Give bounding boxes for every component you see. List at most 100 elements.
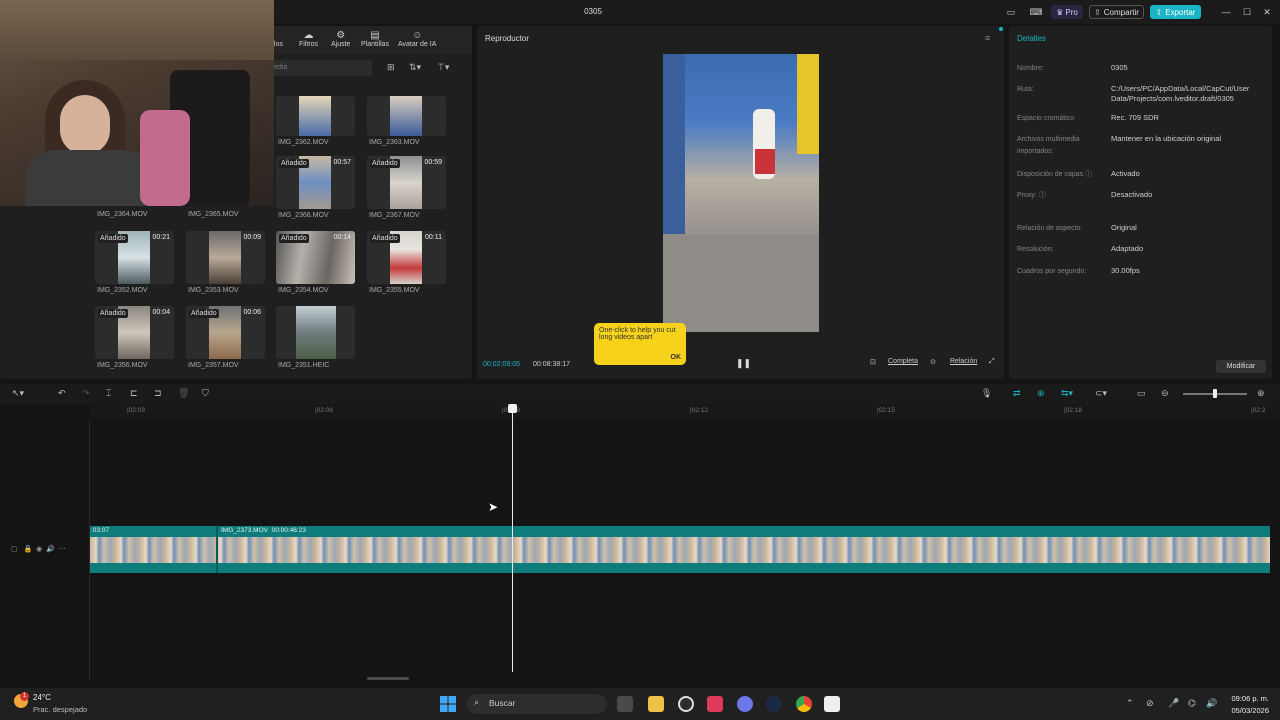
media-name: IMG_2364.MOV [97,211,148,218]
zoom-out-icon[interactable]: ⊖ [1161,388,1169,399]
timeline-scrollbar[interactable] [367,677,409,680]
snap-icon[interactable]: ⇆▾ [1061,388,1073,399]
full-quality-button[interactable]: Completa [888,358,918,365]
tooltip-ok-button[interactable]: OK [671,354,682,361]
speaker-icon[interactable]: 🔊 [46,546,55,553]
export-button[interactable]: ⇧ Exportar [1150,5,1201,19]
maximize-icon[interactable]: ☐ [1240,4,1254,20]
discord-icon[interactable] [737,696,753,712]
share-button[interactable]: ⇪ Compartir [1089,5,1144,19]
detail-label: Cuadros por segundo: [1017,268,1087,275]
share-label: Compartir [1103,7,1139,17]
obs-icon[interactable] [678,696,694,712]
chrome-icon[interactable] [796,696,812,712]
media-duration: 00:14 [333,234,351,241]
file-explorer-icon[interactable] [648,696,664,712]
cover-icon[interactable]: ▢ [11,546,18,553]
undo-icon[interactable]: ↶ [58,388,66,399]
timeline-ruler[interactable] [90,404,1280,418]
track-controls: ▢ 🔒 ◉ 🔊 ⋯ [11,545,66,553]
grid-view-icon[interactable]: ⊞ [387,62,395,73]
media-duration: 00:59 [424,159,442,166]
close-icon[interactable]: ✕ [1260,4,1274,20]
taskbar [0,688,1280,720]
split-icon[interactable]: ⌶ [106,388,111,399]
media-search-input[interactable]: edia [272,60,372,76]
playhead-handle[interactable] [508,404,517,413]
minimize-icon[interactable]: — [1219,4,1233,20]
modify-button[interactable]: Modificar [1216,360,1266,373]
task-view-icon[interactable] [617,696,633,712]
network-icon[interactable]: ⌬ [1188,698,1196,709]
media-name: IMG_2351.HEIC [278,362,330,369]
tab-filters[interactable]: ☁ Filtros [299,30,318,48]
volume-icon[interactable]: 🔊 [1206,698,1217,709]
added-badge: Añadido [279,159,309,168]
sort-icon[interactable]: ⇅▾ [409,62,421,73]
tab-adjust[interactable]: ⚙ Ajuste [331,30,350,48]
redo-icon[interactable]: ↷ [82,388,90,399]
mic-icon[interactable]: 🎤 [1168,698,1179,709]
lock-icon[interactable]: 🔒 [23,546,32,553]
media-name: IMG_2366.MOV [278,212,329,219]
fullscreen-icon[interactable]: ⤢ [989,358,995,366]
pro-button[interactable]: ♛ Pro [1051,5,1083,19]
tiktok-icon[interactable] [707,696,723,712]
clock-time[interactable]: 09:06 p. m. [1225,694,1269,703]
layout-icon[interactable]: ▭ [1004,4,1018,20]
menu-icon[interactable]: ≡ [985,33,990,43]
tab-label: Plantillas [361,41,390,48]
clock-date[interactable]: 05/03/2026 [1225,706,1269,715]
caption-icon[interactable]: ▭ [1137,388,1146,399]
media-thumbnail [367,96,446,136]
battery-icon[interactable]: ⊘ [1146,698,1154,709]
media-name: IMG_2365.MOV [188,211,239,218]
microphone-icon[interactable]: 🎙 [981,388,992,399]
shield-icon[interactable]: ⛉ [202,388,209,399]
added-badge: Añadido [370,234,400,243]
steam-icon[interactable] [766,696,782,712]
windows-icon [440,696,456,712]
clip-label: IMG_2373.MOV 00:00:46:23 [221,527,306,534]
chevron-up-icon[interactable]: ⌃ [1126,698,1134,709]
detail-label: Disposición de capas ⓘ [1017,171,1093,178]
weather-temp[interactable]: 24°C [33,693,51,702]
start-button[interactable] [440,696,456,712]
detail-label: Espacio cromático [1017,115,1075,122]
project-title: 0305 [584,7,602,16]
media-duration: 00:21 [152,234,170,241]
playhead[interactable] [512,406,513,672]
added-badge: Añadido [98,309,128,318]
link-icon[interactable]: ⇄ [1013,388,1021,399]
taskbar-search[interactable]: ⌕ Buscar [467,694,607,714]
zoom-in-icon[interactable]: ⊕ [1257,388,1265,399]
tab-label: Avatar de IA [398,41,437,48]
media-name: IMG_2355.MOV [369,287,420,294]
tab-ai-avatar[interactable]: ☺ Avatar de IA [398,30,436,48]
select-tool-icon[interactable]: ↖▾ [12,388,24,399]
magnet-icon[interactable]: ⊕ [1037,388,1045,399]
media-duration: 00:11 [425,234,442,241]
preview-axis-icon[interactable]: ⊂▾ [1095,388,1107,399]
filter-icon[interactable]: ⊤▾ [437,62,449,73]
aspect-ratio-button[interactable]: Relación [950,358,977,365]
video-preview[interactable] [663,54,819,332]
pause-button[interactable]: ❚❚ [736,358,751,369]
eye-icon[interactable]: ◉ [36,546,42,553]
more-icon[interactable]: ⋯ [59,546,66,553]
detail-label: Ruta: [1017,86,1034,93]
shortcuts-icon[interactable]: ⌨ [1029,4,1043,20]
adjust-icon: ⚙ [336,30,346,41]
zoom-fit-icon[interactable]: ⊙ [930,358,936,366]
trim-left-icon[interactable]: ⊏ [130,388,138,399]
trim-right-icon[interactable]: ⊐ [154,388,162,399]
capcut-icon[interactable] [824,696,840,712]
delete-icon[interactable]: 🗑 [178,388,189,399]
timeline-toolbar [0,384,1280,404]
added-badge: Añadido [189,309,219,318]
weather-desc[interactable]: Prac. despejado [33,705,87,714]
zoom-slider-handle[interactable] [1213,389,1217,398]
tab-templates[interactable]: ▤ Plantillas [361,30,389,48]
crop-icon[interactable]: ⊡ [870,358,876,366]
detail-label: Relación de aspecto: [1017,225,1083,232]
